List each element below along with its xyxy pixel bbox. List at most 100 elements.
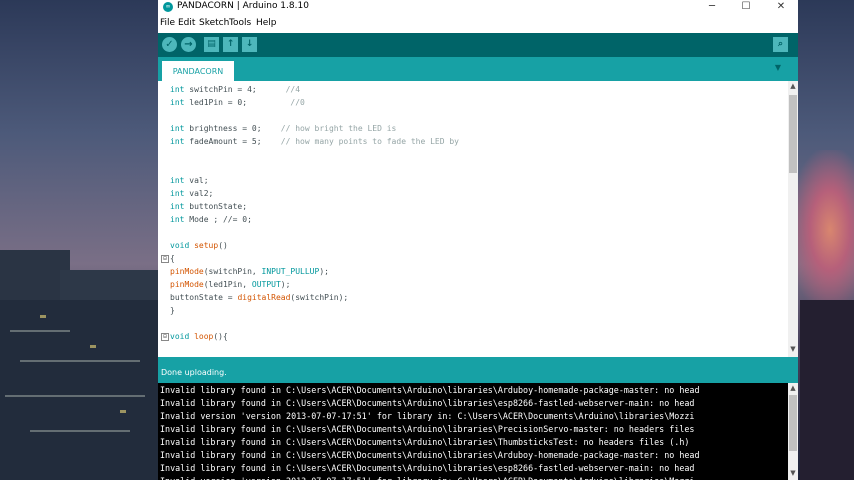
lit-window (90, 345, 96, 348)
code-line: pinMode(switchPin, INPUT_PULLUP); (170, 265, 329, 278)
code-token: int (170, 202, 185, 211)
code-token: int (170, 85, 185, 94)
code-token: } (170, 306, 175, 315)
code-token: // how many points to fade the LED by (280, 137, 459, 146)
code-token: int (170, 124, 185, 133)
open-sketch-icon[interactable]: ↑ (223, 37, 238, 52)
code-token: pinMode (170, 280, 204, 289)
tab-bar: PANDACORN ▼ (158, 57, 798, 81)
title-bar[interactable]: ∞ PANDACORN | Arduino 1.8.10 ─ ☐ ✕ (158, 0, 798, 14)
tab-pandacorn[interactable]: PANDACORN (162, 61, 234, 81)
console-scroll-up-icon[interactable]: ▲ (788, 384, 798, 392)
code-token: (switchPin, (203, 267, 262, 276)
code-token: val2; (184, 189, 214, 198)
code-token: ); (319, 267, 329, 276)
maximize-button[interactable]: ☐ (729, 0, 763, 14)
code-editor[interactable]: int switchPin = 4; //4 int led1Pin = 0; /… (158, 81, 798, 357)
code-line: int led1Pin = 0; //0 (170, 96, 305, 109)
code-token: pinMode (170, 267, 204, 276)
building-stripe (5, 395, 145, 397)
code-line: int switchPin = 4; //4 (170, 83, 300, 96)
code-token: int (170, 98, 185, 107)
close-button[interactable]: ✕ (764, 0, 798, 14)
lit-window (120, 410, 126, 413)
code-token: loop (194, 332, 214, 341)
code-token: () (218, 241, 228, 250)
code-token: brightness = 0; (184, 124, 281, 133)
console-line: Invalid library found in C:\Users\ACER\D… (160, 398, 695, 408)
menu-help[interactable]: Help (256, 18, 277, 28)
serial-monitor-icon[interactable]: ⌕ (773, 37, 788, 52)
arduino-ide-window: ∞ PANDACORN | Arduino 1.8.10 ─ ☐ ✕ File … (158, 0, 798, 480)
code-token: ); (280, 280, 291, 289)
code-token: setup (194, 241, 219, 250)
code-token: // how bright the LED is (280, 124, 397, 133)
editor-scroll-thumb[interactable] (789, 95, 797, 173)
console-line: Invalid version 'version 2013-07-07-17:5… (160, 475, 694, 480)
menu-tools[interactable]: Tools (229, 18, 251, 28)
code-token: int (170, 137, 185, 146)
code-token: switchPin = 4; (184, 85, 286, 94)
code-line: pinMode(led1Pin, OUTPUT); (170, 278, 290, 291)
fold-marker-icon[interactable]: ⊟ (161, 255, 169, 263)
tab-menu-icon[interactable]: ▼ (772, 62, 784, 74)
code-line: int fadeAmount = 5; // how many points t… (170, 135, 459, 148)
window-title: PANDACORN | Arduino 1.8.10 (177, 1, 309, 11)
code-token: OUTPUT (251, 280, 281, 289)
code-token: (led1Pin, (203, 280, 252, 289)
minimize-button[interactable]: ─ (695, 0, 729, 14)
scroll-down-icon[interactable]: ▼ (788, 345, 798, 353)
code-token: digitalRead (237, 293, 291, 302)
lit-window (40, 315, 46, 318)
code-line: int brightness = 0; // how bright the LE… (170, 122, 396, 135)
code-token: int (170, 176, 185, 185)
console-line: Invalid library found in C:\Users\ACER\D… (160, 463, 695, 473)
code-token: INPUT_PULLUP (261, 267, 320, 276)
building-stripe (10, 330, 70, 332)
console-line: Invalid library found in C:\Users\ACER\D… (160, 385, 700, 395)
scroll-up-icon[interactable]: ▲ (788, 82, 798, 90)
building-stripe (30, 430, 130, 432)
menu-sketch[interactable]: Sketch (199, 18, 229, 28)
code-line: void loop(){ (170, 330, 228, 343)
menu-bar: File Edit Sketch Tools Help (158, 17, 798, 31)
code-line: int val; (170, 174, 209, 187)
code-token: val; (184, 176, 209, 185)
code-line: int Mode ; //= 0; (170, 213, 252, 226)
code-token: led1Pin = 0; (184, 98, 291, 107)
code-token: void (170, 332, 190, 341)
save-sketch-icon[interactable]: ↓ (242, 37, 257, 52)
code-line: void setup() (170, 239, 228, 252)
building-stripe (20, 360, 140, 362)
code-token: { (170, 254, 175, 263)
menu-edit[interactable]: Edit (178, 18, 195, 28)
toolbar: ✓ → ▤ ↑ ↓ ⌕ (158, 33, 798, 57)
code-token: buttonState = (170, 293, 238, 302)
verify-icon[interactable]: ✓ (162, 37, 177, 52)
code-token: //0 (290, 98, 305, 107)
code-line: { (170, 252, 175, 265)
console-line: Invalid version 'version 2013-07-07-17:5… (160, 411, 695, 421)
new-sketch-icon[interactable]: ▤ (204, 37, 219, 52)
code-token: int (170, 215, 185, 224)
console-scroll-down-icon[interactable]: ▼ (788, 469, 798, 477)
editor-gutter (158, 81, 169, 357)
code-line: int val2; (170, 187, 213, 200)
arduino-logo-icon: ∞ (163, 2, 173, 12)
sunset-glow (790, 150, 854, 310)
building-right (800, 300, 854, 480)
console-line: Invalid library found in C:\Users\ACER\D… (160, 437, 690, 447)
console-scroll-thumb[interactable] (789, 395, 797, 451)
code-line: } (170, 304, 175, 317)
code-token: buttonState; (184, 202, 248, 211)
code-token: //4 (285, 85, 301, 94)
status-bar: Done uploading. (158, 357, 798, 383)
code-token: int (170, 189, 185, 198)
menu-file[interactable]: File (160, 18, 175, 28)
output-console[interactable]: Invalid library found in C:\Users\ACER\D… (158, 383, 798, 480)
code-token: (switchPin); (290, 293, 349, 302)
fold-marker-icon[interactable]: ⊟ (161, 333, 169, 341)
code-token: (){ (213, 332, 228, 341)
upload-icon[interactable]: → (181, 37, 196, 52)
console-line: Invalid library found in C:\Users\ACER\D… (160, 450, 700, 460)
